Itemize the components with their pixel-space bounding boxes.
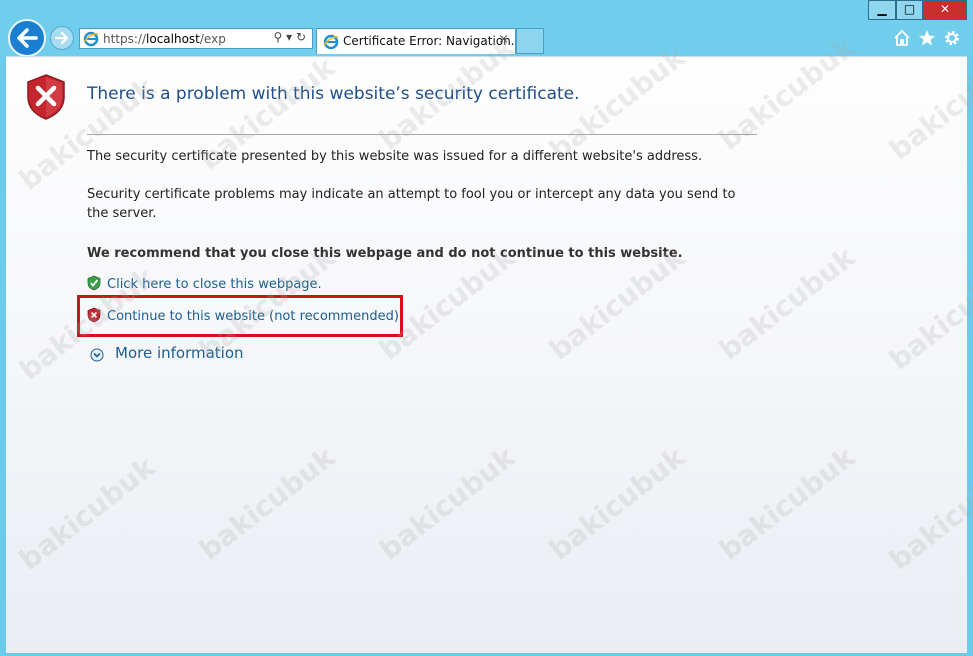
page-title: There is a problem with this website’s s…: [87, 84, 580, 104]
green-shield-icon: [87, 275, 101, 291]
maximize-icon: □: [903, 2, 916, 16]
star-icon[interactable]: [918, 29, 936, 47]
recommendation-text: We recommend that you close this webpage…: [87, 246, 683, 261]
minimize-button[interactable]: ▁: [868, 0, 896, 20]
refresh-icon[interactable]: ↻: [296, 30, 306, 44]
watermark: bakicubuk: [193, 440, 342, 567]
ie-tab-icon: [323, 34, 339, 50]
watermark: bakicubuk: [543, 440, 692, 567]
divider: [87, 134, 757, 135]
address-bar-icons: ⚲ ▾ ↻: [273, 30, 306, 44]
gear-icon[interactable]: [943, 29, 961, 47]
watermark: bakicubuk: [883, 250, 973, 377]
forward-button[interactable]: [50, 26, 74, 50]
certificate-warning-text: Security certificate problems may indica…: [87, 187, 736, 221]
maximize-button[interactable]: □: [896, 0, 923, 20]
close-icon: ✕: [939, 2, 951, 16]
certificate-mismatch-text: The security certificate presented by th…: [87, 149, 703, 164]
search-icon[interactable]: ⚲: [273, 30, 282, 44]
highlight-box: [77, 295, 403, 337]
expand-chevron-icon[interactable]: [90, 348, 104, 362]
forward-arrow-icon: [54, 31, 69, 45]
watermark: bakicubuk: [883, 450, 973, 577]
dropdown-arrow-icon[interactable]: ▾: [286, 30, 292, 44]
address-bar[interactable]: https://localhost/exp ⚲ ▾ ↻: [79, 28, 313, 49]
ie-page-icon: [83, 31, 99, 47]
watermark: bakicubuk: [13, 450, 162, 577]
home-icon[interactable]: [893, 29, 911, 47]
back-arrow-icon: [17, 28, 38, 48]
security-shield-error-icon: [27, 74, 65, 120]
watermark: bakicubuk: [883, 40, 973, 167]
back-button[interactable]: [8, 19, 46, 57]
tab-title: Certificate Error: Navigation...: [343, 34, 523, 48]
new-tab-button[interactable]: [516, 28, 544, 54]
watermark: bakicubuk: [713, 440, 862, 567]
tab-certificate-error[interactable]: Certificate Error: Navigation... ×: [316, 28, 522, 54]
page-content: There is a problem with this website’s s…: [6, 31, 973, 653]
minimize-icon: ▁: [877, 2, 887, 16]
close-window-button[interactable]: ✕: [923, 0, 967, 20]
more-information-link[interactable]: More information: [115, 344, 244, 362]
watermark: bakicubuk: [373, 440, 522, 567]
tab-close-icon[interactable]: ×: [498, 32, 509, 47]
close-webpage-link[interactable]: Click here to close this webpage.: [107, 277, 322, 292]
address-url[interactable]: https://localhost/exp: [103, 32, 226, 46]
